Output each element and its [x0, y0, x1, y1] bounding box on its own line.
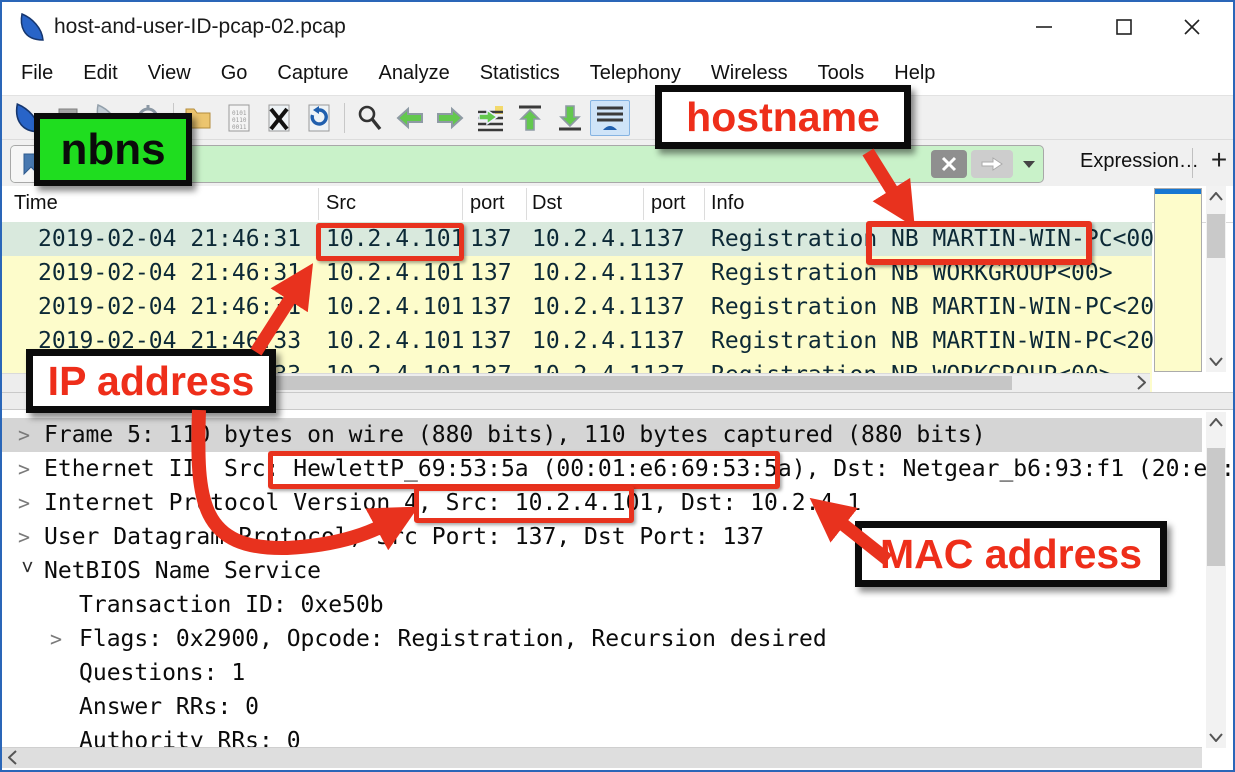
svg-text:0011: 0011: [232, 124, 247, 131]
toolbar-separator: [344, 103, 345, 133]
expand-chevron-icon[interactable]: >: [18, 452, 38, 486]
column-header-time[interactable]: Time: [14, 192, 58, 215]
clear-x-icon: [941, 156, 957, 172]
go-to-bottom-icon[interactable]: [550, 100, 590, 136]
scroll-up-icon[interactable]: [1209, 192, 1223, 201]
scroll-up-icon[interactable]: [1209, 418, 1223, 427]
collapse-chevron-icon[interactable]: >: [11, 561, 45, 581]
filter-bookmark-button[interactable]: [11, 146, 52, 182]
start-capture-icon[interactable]: [8, 100, 48, 136]
svg-text:0110: 0110: [232, 117, 247, 124]
chevron-down-icon: [1022, 160, 1036, 169]
packet-list-header: Time Src port Dst port Info: [2, 186, 1233, 223]
go-forward-icon[interactable]: [430, 100, 470, 136]
main-toolbar: 010101100011: [2, 95, 1233, 140]
packet-row-2[interactable]: 2019-02-04 21:46:31 10.2.4.101 137 10.2.…: [2, 256, 1152, 290]
column-header-src[interactable]: Src: [326, 192, 356, 215]
column-header-dst-port[interactable]: port: [651, 192, 685, 215]
horizontal-scroll-thumb[interactable]: [222, 376, 1012, 390]
menu-view[interactable]: View: [133, 62, 206, 85]
reload-file-icon[interactable]: [299, 100, 339, 136]
go-to-packet-icon[interactable]: [470, 100, 510, 136]
detail-line-udp[interactable]: > User Datagram Protocol, Src Port: 137,…: [2, 520, 1202, 554]
detail-line-flags[interactable]: > Flags: 0x2900, Opcode: Registration, R…: [2, 622, 1202, 656]
svg-text:0101: 0101: [232, 110, 247, 117]
menu-telephony[interactable]: Telephony: [575, 62, 696, 85]
close-file-icon[interactable]: [259, 100, 299, 136]
detail-line-transaction-id[interactable]: Transaction ID: 0xe50b: [2, 588, 1202, 622]
scroll-right-icon[interactable]: [1136, 375, 1146, 390]
scroll-left-icon[interactable]: [8, 750, 18, 765]
apply-arrow-icon: [981, 157, 1003, 171]
wireshark-window: host-and-user-ID-pcap-02.pcap File Edit …: [0, 0, 1235, 772]
detail-scroll-thumb[interactable]: [1207, 448, 1225, 566]
menu-capture[interactable]: Capture: [262, 62, 363, 85]
packet-list-horizontal-scrollbar[interactable]: [2, 373, 1150, 392]
detail-line-questions[interactable]: Questions: 1: [2, 656, 1202, 690]
scroll-down-icon[interactable]: [1209, 357, 1223, 366]
menu-analyze[interactable]: Analyze: [364, 62, 465, 85]
display-filter-input[interactable]: [52, 146, 931, 182]
minimize-button[interactable]: [1021, 10, 1067, 44]
filter-apply-button[interactable]: [971, 150, 1013, 178]
filter-dropdown-caret[interactable]: [1017, 150, 1041, 178]
expand-chevron-icon[interactable]: >: [50, 622, 70, 656]
detail-line-answer-rrs[interactable]: Answer RRs: 0: [2, 690, 1202, 724]
pane-splitter[interactable]: [2, 392, 1233, 410]
title-bar: host-and-user-ID-pcap-02.pcap: [2, 2, 1233, 52]
menu-go[interactable]: Go: [206, 62, 263, 85]
display-filter-group: [10, 145, 1044, 183]
wireshark-fin-icon: [18, 12, 46, 42]
filter-separator: [1192, 148, 1193, 178]
intelligent-scrollbar-minimap[interactable]: [1154, 188, 1202, 372]
stop-capture-icon[interactable]: [48, 100, 88, 136]
packet-row-3[interactable]: 2019-02-04 21:46:31 10.2.4.101 137 10.2.…: [2, 290, 1152, 324]
expression-button[interactable]: Expression…: [1080, 150, 1199, 173]
save-file-icon[interactable]: 010101100011: [219, 100, 259, 136]
restart-capture-icon[interactable]: [88, 100, 128, 136]
detail-line-frame[interactable]: > Frame 5: 110 bytes on wire (880 bits),…: [2, 418, 1202, 452]
toolbar-separator: [173, 103, 174, 133]
find-packet-icon[interactable]: [350, 100, 390, 136]
expand-chevron-icon[interactable]: >: [18, 418, 38, 452]
open-file-icon[interactable]: [179, 100, 219, 136]
column-header-dst[interactable]: Dst: [532, 192, 562, 215]
go-back-icon[interactable]: [390, 100, 430, 136]
capture-options-icon[interactable]: [128, 100, 168, 136]
filter-clear-button[interactable]: [931, 150, 967, 178]
packet-detail-pane: > Frame 5: 110 bytes on wire (880 bits),…: [2, 410, 1233, 770]
detail-line-nbns[interactable]: > NetBIOS Name Service: [2, 554, 1202, 588]
detail-line-ethernet[interactable]: > Ethernet II, Src: HewlettP_69:53:5a (0…: [2, 452, 1202, 486]
detail-horizontal-scrollbar[interactable]: [2, 747, 1202, 768]
menu-statistics[interactable]: Statistics: [465, 62, 575, 85]
menu-bar: File Edit View Go Capture Analyze Statis…: [2, 52, 1233, 95]
minimap-position-indicator: [1155, 189, 1201, 194]
packet-row-1[interactable]: 2019-02-04 21:46:31 10.2.4.101 137 10.2.…: [2, 222, 1152, 256]
packet-list-scroll-thumb[interactable]: [1207, 214, 1225, 258]
expand-chevron-icon[interactable]: >: [18, 520, 38, 554]
detail-line-ip[interactable]: > Internet Protocol Version 4, Src: 10.2…: [2, 486, 1202, 520]
close-button[interactable]: [1169, 10, 1215, 44]
bookmark-icon: [21, 152, 41, 176]
filter-bar: Expression… +: [2, 140, 1233, 187]
packet-row-4[interactable]: 2019-02-04 21:46:33 10.2.4.101 137 10.2.…: [2, 324, 1152, 358]
packet-list-pane: Time Src port Dst port Info 2019-02-04 2…: [2, 186, 1233, 392]
expand-chevron-icon[interactable]: >: [18, 486, 38, 520]
column-header-src-port[interactable]: port: [470, 192, 504, 215]
menu-help[interactable]: Help: [879, 62, 950, 85]
scroll-down-icon[interactable]: [1209, 733, 1223, 742]
column-header-info[interactable]: Info: [711, 192, 744, 215]
menu-edit[interactable]: Edit: [68, 62, 132, 85]
window-title: host-and-user-ID-pcap-02.pcap: [54, 15, 346, 39]
add-filter-button[interactable]: +: [1205, 144, 1233, 176]
menu-wireless[interactable]: Wireless: [696, 62, 803, 85]
detail-vertical-scrollbar[interactable]: [1206, 412, 1226, 748]
menu-file[interactable]: File: [6, 62, 68, 85]
auto-scroll-icon[interactable]: [590, 100, 630, 136]
go-to-top-icon[interactable]: [510, 100, 550, 136]
menu-tools[interactable]: Tools: [803, 62, 880, 85]
maximize-button[interactable]: [1101, 10, 1147, 44]
